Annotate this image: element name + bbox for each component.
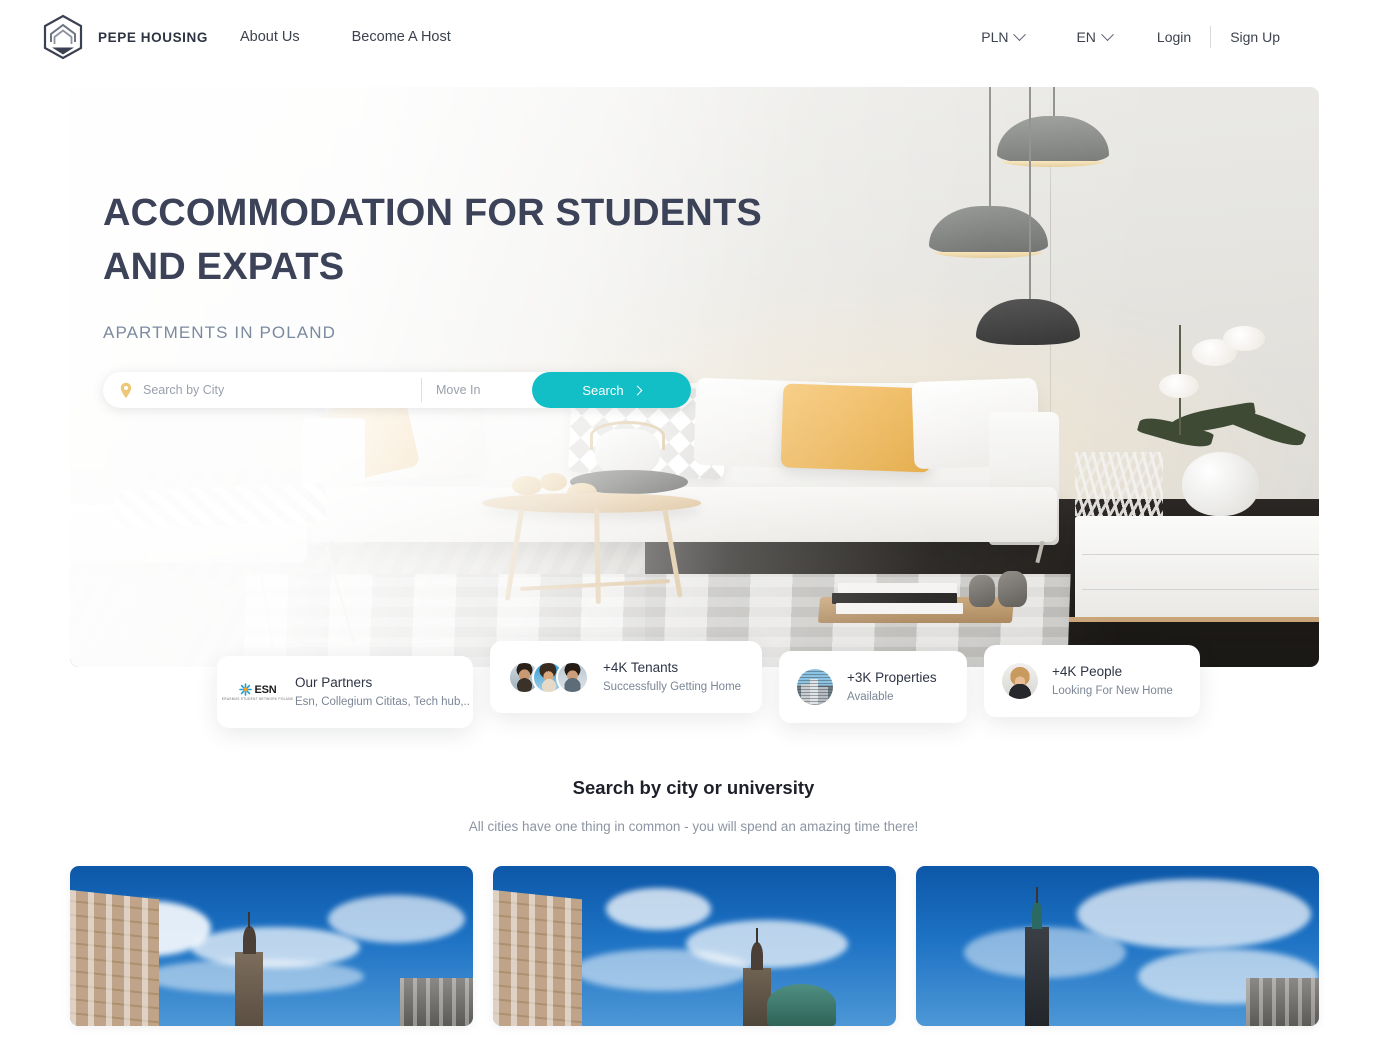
city-search-section: Search by city or university All cities …	[0, 777, 1387, 1026]
esn-logo-icon: ESN ERASMUS STUDENT NETWORK POLAND	[222, 675, 293, 709]
currency-label: PLN	[981, 29, 1009, 45]
city-card[interactable]	[916, 866, 1319, 1026]
stat-card-people[interactable]: +4K People Looking For New Home	[984, 645, 1200, 717]
stat-card-title: Our Partners	[295, 675, 373, 690]
chevron-down-icon	[1013, 27, 1027, 41]
header-actions: PLN EN Login Sign Up	[955, 26, 1299, 48]
stat-cards: ESN ERASMUS STUDENT NETWORK POLAND Our P…	[217, 641, 1200, 728]
nav-link-become-a-host[interactable]: Become A Host	[352, 29, 451, 45]
stat-card-title: +3K Properties	[847, 670, 937, 685]
stat-card-partners[interactable]: ESN ERASMUS STUDENT NETWORK POLAND Our P…	[217, 656, 473, 728]
hero-title-line-1: ACCOMMODATION FOR STUDENTS	[103, 192, 762, 234]
stat-card-subtitle: Looking For New Home	[1052, 685, 1173, 697]
hero-section: ACCOMMODATION FOR STUDENTS AND EXPATS AP…	[70, 87, 1319, 728]
brand-logo[interactable]: PEPE HOUSING	[42, 14, 208, 60]
city-card[interactable]	[493, 866, 896, 1026]
hexagon-house-logo-icon	[42, 14, 84, 60]
search-button[interactable]: Search	[532, 372, 691, 408]
hero-title-line-2: AND EXPATS	[103, 245, 345, 288]
login-link[interactable]: Login	[1138, 29, 1210, 45]
city-card-grid	[70, 866, 1319, 1026]
esn-tagline: ERASMUS STUDENT NETWORK POLAND	[222, 697, 294, 702]
esn-wordmark: ESN	[254, 683, 277, 696]
brand-name: PEPE HOUSING	[98, 29, 208, 45]
language-label: EN	[1076, 29, 1096, 45]
chevron-down-icon	[1101, 27, 1114, 41]
hero-subtitle: APARTMENTS IN POLAND	[103, 322, 336, 342]
chevron-right-icon	[632, 385, 643, 395]
stat-card-properties[interactable]: +3K Properties Available	[779, 651, 967, 723]
search-city-input[interactable]	[133, 383, 421, 397]
tenant-avatars-icon	[508, 660, 589, 694]
language-selector[interactable]: EN	[1050, 27, 1137, 45]
city-section-heading: Search by city or university	[572, 777, 815, 798]
stat-card-tenants[interactable]: +4K Tenants Successfully Getting Home	[490, 641, 762, 713]
city-card[interactable]	[70, 866, 473, 1026]
avatar	[556, 660, 589, 694]
stat-card-subtitle: Esn, Collegium Cititas, Tech hub,..	[295, 696, 470, 708]
city-section-description: All cities have one thing in common - yo…	[468, 819, 919, 834]
stat-card-title: +4K People	[1052, 664, 1123, 679]
currency-selector[interactable]: PLN	[955, 27, 1050, 45]
hero-copy: ACCOMMODATION FOR STUDENTS AND EXPATS AP…	[103, 187, 762, 343]
stat-card-subtitle: Successfully Getting Home	[603, 681, 742, 693]
signup-link[interactable]: Sign Up	[1211, 29, 1299, 45]
stat-card-subtitle: Available	[847, 691, 894, 703]
person-portrait-thumbnail	[1002, 663, 1038, 699]
hero-title: ACCOMMODATION FOR STUDENTS AND EXPATS	[103, 187, 762, 295]
search-move-in-input[interactable]	[422, 383, 532, 397]
search-button-label: Search	[582, 382, 624, 398]
nav-link-about-us[interactable]: About Us	[240, 29, 300, 45]
hero-search-bar: Search	[103, 372, 691, 408]
property-building-thumbnail	[797, 669, 833, 705]
main-navigation: About Us Become A Host	[240, 29, 451, 45]
location-pin-icon	[119, 382, 133, 399]
stat-card-title: +4K Tenants	[603, 660, 679, 675]
site-header: PEPE HOUSING About Us Become A Host PLN …	[0, 0, 1387, 74]
